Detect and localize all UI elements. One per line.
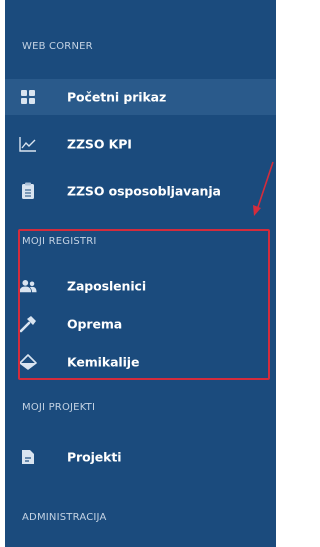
sidebar-item-pocetni-prikaz[interactable]: Početni prikaz [5, 79, 276, 115]
sidebar-item-projekti[interactable]: Projekti [5, 439, 276, 475]
sidebar-item-label: Kemikalije [67, 354, 140, 370]
sidebar-item-oprema[interactable]: Oprema [5, 306, 276, 342]
section-header-moji-registri: MOJI REGISTRI [22, 236, 97, 247]
sidebar-item-label: ZZSO KPI [67, 136, 132, 152]
section-header-web-corner: WEB CORNER [22, 41, 93, 52]
sidebar-item-label: Početni prikaz [67, 89, 167, 105]
sidebar-item-label: Oprema [67, 316, 123, 332]
sidebar: WEB CORNER Početni prikaz ZZSO KPI ZZSO … [5, 0, 276, 547]
sidebar-item-label: Projekti [67, 449, 122, 465]
section-header-moji-projekti: MOJI PROJEKTI [22, 402, 96, 413]
sidebar-item-zzso-kpi[interactable]: ZZSO KPI [5, 126, 276, 162]
section-header-administracija: ADMINISTRACIJA [22, 512, 107, 523]
sidebar-item-label: ZZSO osposobljavanja [67, 183, 221, 199]
flask-icon [19, 353, 37, 371]
dashboard-icon [19, 88, 37, 106]
sidebar-item-zaposlenici[interactable]: Zaposlenici [5, 268, 276, 304]
sidebar-item-label: Zaposlenici [67, 278, 147, 294]
clipboard-icon [19, 182, 37, 200]
users-icon [19, 277, 37, 295]
sidebar-item-kemikalije[interactable]: Kemikalije [5, 344, 276, 380]
hammer-icon [19, 315, 37, 333]
document-icon [19, 448, 37, 466]
line-chart-icon [19, 135, 37, 153]
sidebar-item-zzso-osposobljavanja[interactable]: ZZSO osposobljavanja [5, 173, 276, 209]
